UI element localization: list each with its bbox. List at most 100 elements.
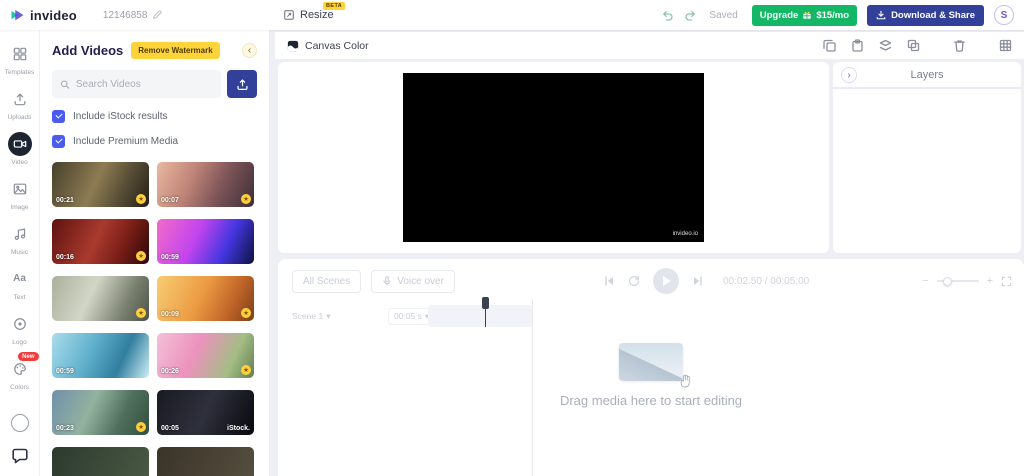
video-thumbnail[interactable]: 00:59 — [157, 219, 254, 264]
edit-project-icon[interactable] — [152, 10, 163, 20]
logo-tool-icon — [13, 317, 26, 330]
layers-panel: › Layers — [833, 62, 1021, 253]
resize-tool-button[interactable]: Resize BETA — [283, 0, 346, 30]
beta-badge: BETA — [323, 2, 346, 10]
skip-to-end-button[interactable] — [692, 275, 704, 287]
video-thumbnail[interactable]: 00:23 ★ — [52, 390, 149, 435]
delete-button[interactable] — [953, 39, 966, 52]
play-button[interactable] — [653, 268, 679, 294]
canvas-color-button[interactable]: Canvas Color — [287, 40, 369, 52]
colors-icon — [13, 362, 26, 375]
sidebar-item-templates[interactable]: Templates — [0, 36, 40, 81]
upload-video-button[interactable] — [227, 70, 257, 98]
video-search-box[interactable] — [52, 70, 221, 98]
timeline-track-row: Scene 1 ▾ 00:05 s ▾ — [278, 303, 1024, 329]
include-istock-checkbox-row[interactable]: Include iStock results — [52, 110, 257, 123]
skip-to-start-button[interactable] — [603, 275, 615, 287]
sidebar-label: Uploads — [7, 113, 32, 121]
redo-button[interactable] — [685, 8, 699, 22]
voice-over-label: Voice over — [397, 275, 444, 287]
panel-header: Add Videos Remove Watermark ‹ — [52, 42, 257, 59]
download-share-button[interactable]: Download & Share — [867, 4, 984, 26]
sidebar-item-colors[interactable]: New Colors — [0, 351, 40, 396]
upgrade-button[interactable]: Upgrade $15/mo — [751, 4, 858, 26]
video-thumbnail[interactable] — [52, 447, 149, 476]
bring-forward-button[interactable] — [879, 39, 892, 52]
undo-button[interactable] — [661, 8, 675, 22]
play-icon — [663, 276, 671, 286]
zoom-slider-knob[interactable] — [942, 276, 952, 286]
add-videos-panel: Add Videos Remove Watermark ‹ Include iS… — [40, 30, 270, 476]
playhead-handle[interactable] — [482, 297, 489, 309]
canvas-watermark: invideo.io — [672, 231, 698, 237]
loop-button[interactable] — [628, 275, 640, 287]
scene-selector[interactable]: Scene 1 ▾ — [292, 311, 330, 322]
video-thumbnail[interactable]: 00:09 ★ — [157, 276, 254, 321]
account-avatar[interactable]: S — [994, 5, 1014, 25]
search-row — [52, 70, 257, 98]
zoom-out-button[interactable]: − — [922, 275, 928, 287]
microphone-icon — [383, 276, 391, 286]
rail-bottom — [10, 414, 30, 476]
trash-icon — [954, 40, 965, 52]
chat-support-button[interactable] — [10, 446, 30, 466]
undo-icon — [663, 10, 673, 21]
paste-button[interactable] — [851, 39, 864, 52]
video-canvas[interactable]: invideo.io — [403, 73, 704, 242]
istock-checkbox[interactable] — [52, 110, 65, 123]
video-thumbnail[interactable]: 00:07 ★ — [157, 162, 254, 207]
premium-checkbox-label: Include Premium Media — [73, 136, 179, 147]
include-premium-checkbox-row[interactable]: Include Premium Media — [52, 135, 257, 148]
resize-label: Resize — [300, 9, 334, 21]
sidebar-item-image[interactable]: Image — [0, 171, 40, 216]
drag-media-hint: Drag media here to start editing — [560, 343, 742, 408]
invideo-logo[interactable]: invideo — [10, 8, 77, 23]
duplicate-button[interactable] — [823, 39, 836, 52]
remove-watermark-button[interactable]: Remove Watermark — [131, 42, 220, 59]
sidebar-label: Logo — [12, 338, 27, 346]
expand-timeline-icon[interactable] — [1001, 276, 1012, 287]
canvas-area: invideo.io — [278, 62, 829, 253]
sidebar-item-uploads[interactable]: Uploads — [0, 81, 40, 126]
all-scenes-button[interactable]: All Scenes — [292, 269, 362, 293]
video-thumbnail[interactable]: 00:21 ★ — [52, 162, 149, 207]
zoom-in-button[interactable]: + — [987, 275, 993, 287]
collapse-layers-button[interactable]: › — [841, 67, 857, 83]
video-duration: 00:59 — [56, 368, 74, 375]
resize-icon — [284, 10, 294, 20]
sidebar-item-music[interactable]: Music — [0, 216, 40, 261]
collapse-panel-button[interactable]: ‹ — [242, 43, 257, 58]
video-thumbnail[interactable]: ★ — [52, 276, 149, 321]
video-thumbnail[interactable]: 00:59 — [52, 333, 149, 378]
left-toolbar: Templates Uploads Video Image Music Aa T… — [0, 30, 40, 476]
video-thumbnail[interactable]: 00:16 ★ — [52, 219, 149, 264]
premium-star-icon: ★ — [241, 194, 251, 204]
video-duration: 00:23 — [56, 425, 74, 432]
templates-icon — [13, 47, 26, 60]
more-button[interactable] — [10, 414, 29, 432]
video-duration: 00:09 — [161, 311, 179, 318]
premium-checkbox[interactable] — [52, 135, 65, 148]
all-scenes-label: All Scenes — [303, 275, 351, 287]
logo-text: invideo — [30, 7, 77, 23]
new-badge: New — [18, 352, 39, 361]
grid-view-button[interactable] — [999, 39, 1012, 52]
premium-star-icon: ★ — [136, 194, 146, 204]
send-backward-button[interactable] — [907, 39, 920, 52]
scene-clip[interactable] — [428, 305, 533, 327]
chevron-down-icon: ▾ — [326, 310, 331, 321]
sidebar-item-video[interactable]: Video — [0, 126, 40, 171]
video-thumbnail[interactable]: 00:05 iStock. — [157, 390, 254, 435]
sidebar-item-text[interactable]: Aa Text — [0, 261, 40, 306]
time-display: 00:02.50 / 00:05:00 — [723, 275, 810, 287]
skip-start-icon — [605, 276, 613, 286]
download-icon — [876, 10, 886, 20]
timeline-guide-line — [532, 299, 533, 476]
sidebar-item-logo[interactable]: Logo — [0, 306, 40, 351]
voice-over-button[interactable]: Voice over — [371, 269, 455, 293]
zoom-slider[interactable] — [936, 276, 979, 286]
video-thumbnail[interactable] — [157, 447, 254, 476]
playhead[interactable] — [482, 297, 489, 327]
video-thumbnail[interactable]: 00:26 ★ — [157, 333, 254, 378]
search-input[interactable] — [75, 78, 213, 90]
